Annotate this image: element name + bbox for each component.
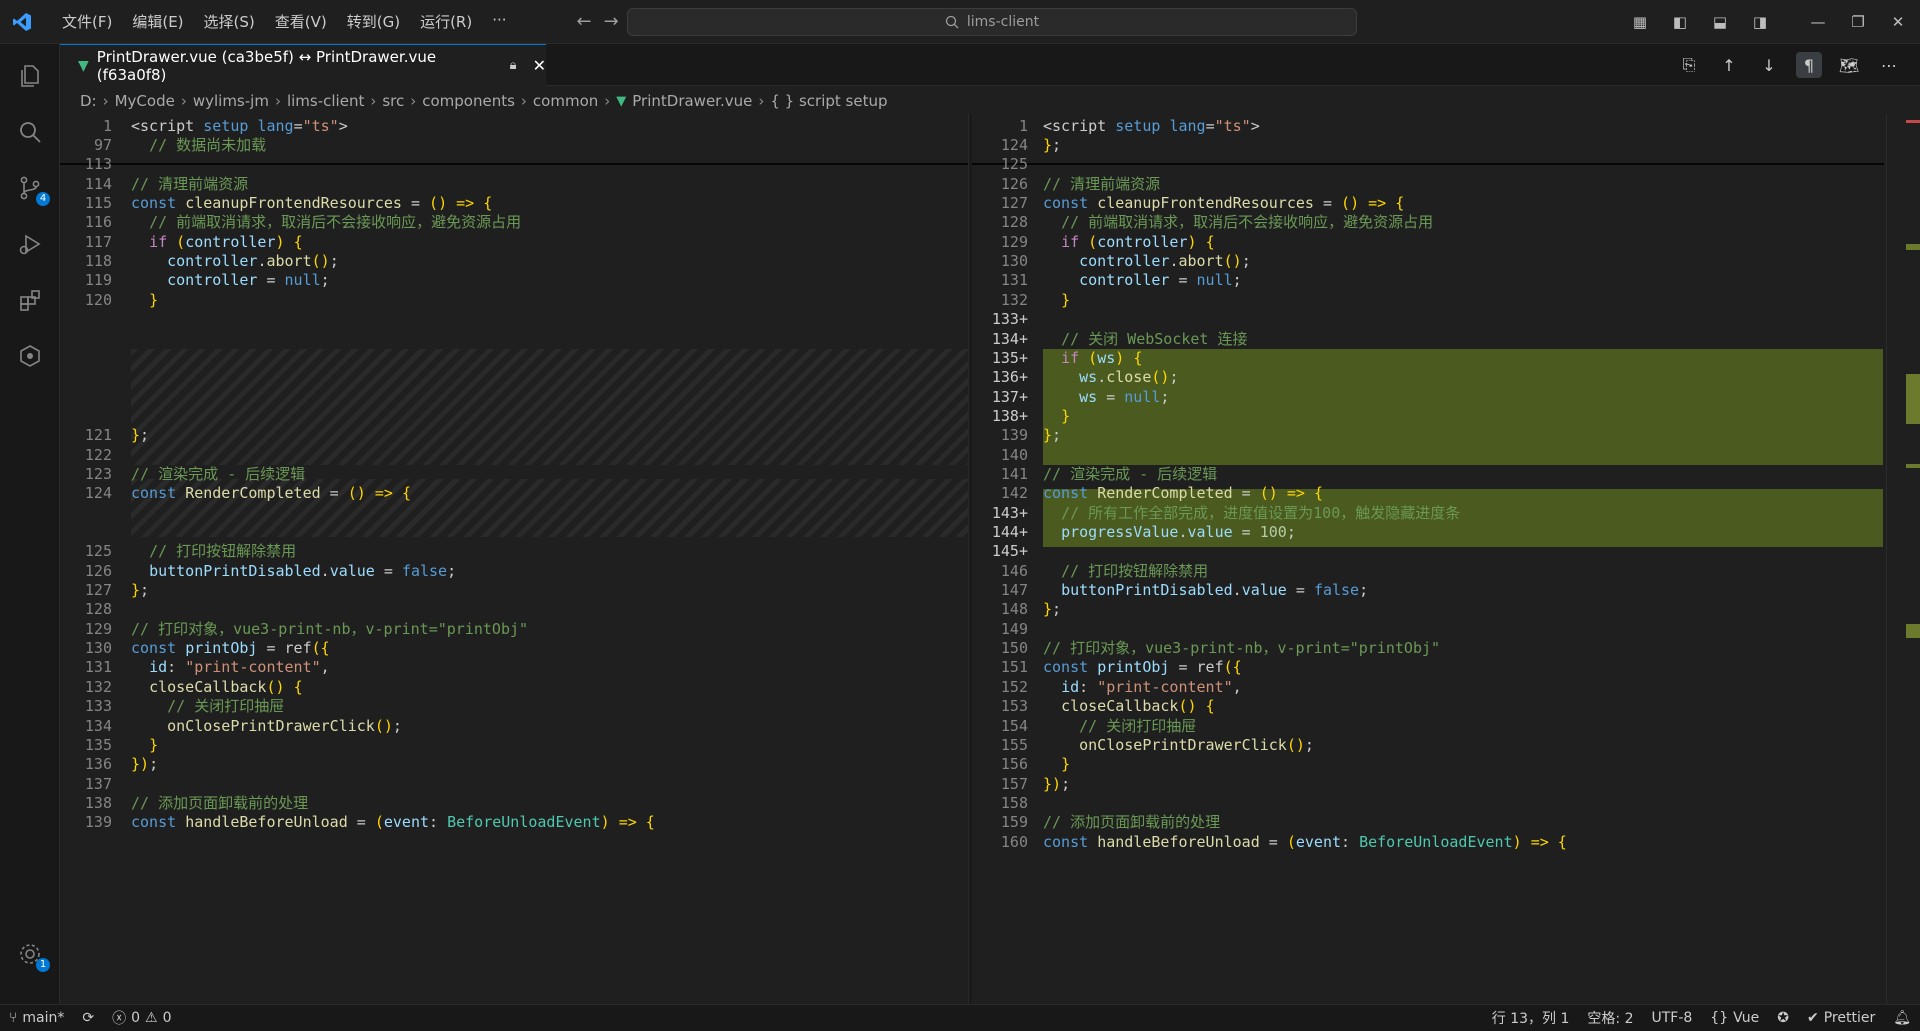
- diff-modified-pane[interactable]: 1 <script setup lang="ts"> 124}; 125 126// 清…: [972, 114, 1884, 1004]
- line-number: 124: [84, 484, 112, 503]
- overview-mark: [1906, 120, 1920, 123]
- explorer-icon[interactable]: [0, 48, 60, 104]
- settings-gear-icon[interactable]: 1: [0, 926, 60, 982]
- tab-label: PrintDrawer.vue (ca3be5f) ↔ PrintDrawer.…: [96, 47, 437, 84]
- lock-icon: 🔒︎: [509, 58, 517, 73]
- run-debug-icon[interactable]: [0, 216, 60, 272]
- code-line[interactable]: 120 }: [60, 288, 968, 312]
- code-text: const RenderCompleted = () => {: [131, 484, 411, 503]
- menu-file[interactable]: 文件(F): [52, 7, 122, 36]
- command-center-search[interactable]: lims-client: [627, 8, 1357, 36]
- copilot-status[interactable]: ✪: [1768, 1010, 1798, 1026]
- menu-more[interactable]: ···: [482, 7, 516, 36]
- notifications-button[interactable]: 🔔︎: [1884, 1010, 1920, 1026]
- sync-button[interactable]: ⟳: [73, 1010, 103, 1026]
- search-view-icon[interactable]: [0, 104, 60, 160]
- branch-status[interactable]: ⑂ main*: [0, 1010, 73, 1026]
- breadcrumb-item[interactable]: components: [422, 92, 515, 110]
- bell-icon: 🔔︎: [1893, 1010, 1911, 1026]
- breadcrumb-item[interactable]: wylims-jm: [193, 92, 269, 110]
- overview-mark: [1906, 464, 1920, 468]
- encoding[interactable]: UTF-8: [1642, 1010, 1701, 1026]
- formatter-label: Prettier: [1823, 1010, 1876, 1026]
- menu-view[interactable]: 查看(V): [265, 7, 337, 36]
- search-icon: [945, 15, 959, 29]
- customize-layout-icon[interactable]: ▦: [1628, 13, 1652, 31]
- toggle-collapse-icon[interactable]: 🗺︎: [1836, 52, 1862, 78]
- tab-diff-printdrawer[interactable]: ▼ PrintDrawer.vue (ca3be5f) ↔ PrintDrawe…: [60, 44, 546, 86]
- code-text: const handleBeforeUnload = (event: Befor…: [131, 813, 655, 832]
- breadcrumb-item[interactable]: src: [382, 92, 404, 110]
- settings-badge: 1: [36, 958, 50, 972]
- close-tab-icon[interactable]: ✕: [533, 56, 546, 75]
- sync-icon: ⟳: [82, 1010, 95, 1026]
- check-icon: ✔: [1806, 1010, 1819, 1026]
- overview-mark: [1906, 374, 1920, 424]
- code-line[interactable]: 124 const RenderCompleted = () => {: [60, 481, 968, 505]
- open-file-icon[interactable]: ⎘: [1676, 52, 1702, 78]
- extensions-icon[interactable]: [0, 272, 60, 328]
- indentation[interactable]: 空格: 2: [1578, 1008, 1642, 1028]
- restore-icon[interactable]: ❐: [1846, 13, 1870, 31]
- title-bar: 文件(F) 编辑(E) 选择(S) 查看(V) 转到(G) 运行(R) ··· …: [0, 0, 1920, 44]
- back-arrow-icon[interactable]: ←: [577, 11, 592, 32]
- cursor-position[interactable]: 行 13，列 1: [1483, 1008, 1579, 1028]
- prettier-status[interactable]: ✔ Prettier: [1798, 1010, 1884, 1026]
- overview-mark: [1906, 244, 1920, 250]
- branch-name: main*: [22, 1010, 65, 1026]
- warning-icon: ⚠: [145, 1010, 158, 1026]
- menu-run[interactable]: 运行(R): [410, 7, 482, 36]
- copilot-icon: ✪: [1777, 1010, 1789, 1026]
- diff-original-pane[interactable]: 1 <script setup lang="ts"> 97 // 数据尚未加载 113…: [60, 114, 968, 1004]
- menu-selection[interactable]: 选择(S): [194, 7, 265, 36]
- close-window-icon[interactable]: ✕: [1886, 13, 1910, 31]
- breadcrumb-item[interactable]: D:: [80, 92, 97, 110]
- breadcrumb-item[interactable]: MyCode: [115, 92, 175, 110]
- diff-overview-ruler[interactable]: [1886, 114, 1920, 1004]
- source-control-icon[interactable]: 4: [0, 160, 60, 216]
- overview-mark: [1906, 624, 1920, 638]
- copilot-icon[interactable]: [0, 328, 60, 384]
- status-bar: ⑂ main* ⟳ ⓧ 0 ⚠ 0 行 13，列 1 空格: 2 UTF-8 {} V…: [0, 1004, 1920, 1031]
- breadcrumb-item[interactable]: lims-client: [287, 92, 364, 110]
- breadcrumb-item[interactable]: { } script setup: [770, 92, 887, 110]
- code-line[interactable]: 139 const handleBeforeUnload = (event: Be…: [60, 810, 968, 834]
- code-line[interactable]: 160 const handleBeforeUnload = (event: Be…: [972, 830, 1884, 854]
- source-control-badge: 4: [36, 192, 50, 206]
- forward-arrow-icon[interactable]: →: [604, 11, 619, 32]
- activity-bar: 4 1: [0, 44, 60, 1004]
- menu-bar: 文件(F) 编辑(E) 选择(S) 查看(V) 转到(G) 运行(R) ···: [52, 7, 517, 36]
- error-icon: ⓧ: [112, 1011, 127, 1027]
- breadcrumb: D: › MyCode › wylims-jm › lims-client › src ›…: [80, 92, 888, 110]
- problems-status[interactable]: ⓧ 0 ⚠ 0: [103, 1008, 180, 1028]
- braces-icon: {}: [1710, 1010, 1729, 1026]
- error-count: 0: [131, 1010, 141, 1026]
- vue-file-icon: ▼: [616, 93, 627, 109]
- toggle-primary-sidebar-icon[interactable]: ◧: [1668, 13, 1692, 31]
- search-text: lims-client: [966, 14, 1040, 30]
- language-mode[interactable]: {} Vue: [1701, 1010, 1768, 1026]
- code-text: const handleBeforeUnload = (event: Befor…: [1043, 832, 1567, 851]
- language-label: Vue: [1733, 1010, 1760, 1026]
- line-number: 139: [84, 813, 112, 832]
- more-actions-icon[interactable]: ⋯: [1876, 52, 1902, 78]
- show-whitespace-icon[interactable]: ¶: [1796, 52, 1822, 78]
- toggle-secondary-sidebar-icon[interactable]: ◨: [1748, 13, 1772, 31]
- line-number: 120: [84, 290, 112, 309]
- menu-edit[interactable]: 编辑(E): [122, 7, 193, 36]
- git-branch-icon: ⑂: [9, 1010, 18, 1026]
- previous-change-icon[interactable]: ↑: [1716, 52, 1742, 78]
- vscode-logo-icon: [0, 0, 44, 44]
- breadcrumb-item[interactable]: common: [533, 92, 598, 110]
- breadcrumb-item[interactable]: PrintDrawer.vue: [632, 92, 752, 110]
- toggle-panel-icon[interactable]: ⬓: [1708, 13, 1732, 31]
- warning-count: 0: [162, 1010, 172, 1026]
- menu-go[interactable]: 转到(G): [337, 7, 410, 36]
- code-text: }: [149, 290, 159, 309]
- next-change-icon[interactable]: ↓: [1756, 52, 1782, 78]
- tab-bar: ▼ PrintDrawer.vue (ca3be5f) ↔ PrintDrawe…: [60, 44, 1920, 86]
- line-number: 160: [1000, 832, 1028, 851]
- vue-file-icon: ▼: [78, 57, 89, 74]
- minimize-icon[interactable]: —: [1806, 13, 1830, 31]
